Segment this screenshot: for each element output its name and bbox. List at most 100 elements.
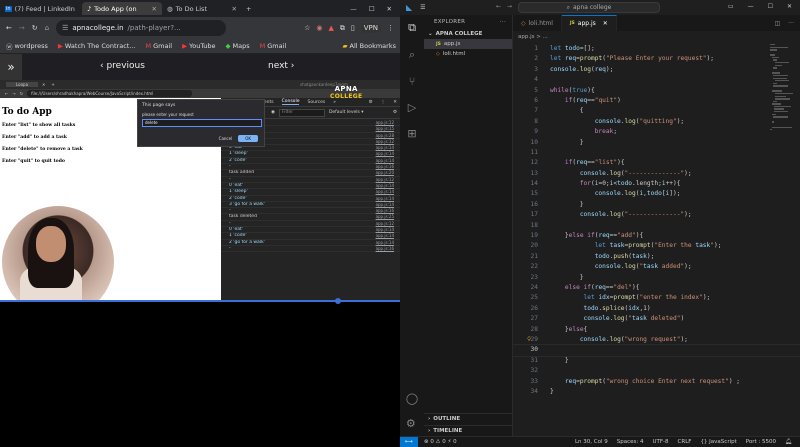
source-control-icon[interactable]: ⑂ <box>409 75 416 88</box>
settings-icon[interactable]: ⚙ <box>369 100 373 105</box>
manage-gear-icon[interactable]: ⚙ <box>406 417 418 430</box>
code-line[interactable]: 27 console.log("task deleted") <box>513 314 800 324</box>
bookmark-gmail-2[interactable]: M Gmail <box>260 42 287 50</box>
explorer-icon[interactable]: ⧉ <box>408 21 416 35</box>
tab-to-do-list[interactable]: ◍ To Do List ✕ <box>162 2 242 15</box>
inner-new-tab[interactable]: + <box>45 82 54 87</box>
lightbulb-icon[interactable]: 💡︎ <box>527 335 531 345</box>
code-line[interactable]: 22 console.log("task added"); <box>513 262 800 272</box>
code-line[interactable]: 7 { <box>513 106 800 116</box>
close-icon[interactable]: ✕ <box>787 3 792 10</box>
inner-close-icon[interactable]: ✕ <box>38 82 45 87</box>
close-tab-icon[interactable]: ✕ <box>232 5 237 13</box>
bookmark-gmail[interactable]: M Gmail <box>146 42 173 50</box>
devtools-menu-icon[interactable]: ⋮ <box>381 100 386 105</box>
account-icon[interactable]: ◯ <box>406 392 418 405</box>
log-source-link[interactable]: app.js:14 <box>376 227 400 232</box>
live-server-port[interactable]: Port : 5500 <box>746 439 776 445</box>
indentation[interactable]: Spaces: 4 <box>617 439 644 445</box>
reload-icon[interactable]: ↻ <box>32 24 38 32</box>
log-source-link[interactable]: app.js:14 <box>376 183 400 188</box>
tab-console[interactable]: Console <box>281 99 300 105</box>
code-editor[interactable]: 1 let todo=[]; 2 let req=prompt("Please Ent… <box>512 44 800 397</box>
encoding[interactable]: UTF-8 <box>653 439 669 445</box>
code-line[interactable]: 9 break; <box>513 127 800 137</box>
close-icon[interactable]: ✕ <box>387 5 392 13</box>
nav-forward-icon[interactable]: → <box>507 3 512 10</box>
star-icon[interactable]: ☆ <box>304 24 310 32</box>
minimize-icon[interactable]: — <box>748 3 754 10</box>
code-line[interactable]: 5 while(true){ <box>513 86 800 96</box>
editor-tab-loli-html[interactable]: ◇ loli.html <box>513 15 562 31</box>
log-source-link[interactable]: app.js:20 <box>376 170 400 175</box>
dialog-input[interactable]: delete <box>142 119 262 127</box>
menu-icon[interactable]: ⋮ <box>387 24 394 32</box>
minimize-icon[interactable]: — <box>350 5 357 13</box>
log-source-link[interactable]: app.js:14 <box>376 145 400 150</box>
forward-icon[interactable]: → <box>19 24 25 32</box>
eye-icon[interactable]: ◉ <box>271 110 275 115</box>
code-line[interactable]: 3 console.log(req); <box>513 65 800 75</box>
editor-tab-app-js[interactable]: JS app.js ✕ <box>561 15 617 31</box>
code-line[interactable]: 28 }else{ <box>513 325 800 335</box>
site-info-icon[interactable]: ⌂ <box>45 24 49 32</box>
close-tab-icon[interactable]: ✕ <box>152 5 157 13</box>
maximize-icon[interactable]: ☐ <box>768 3 773 10</box>
log-source-link[interactable]: app.js:14 <box>376 202 400 207</box>
code-line[interactable]: 23 } <box>513 273 800 283</box>
code-line[interactable]: 31 } <box>513 356 800 366</box>
extension-icon[interactable]: ▲ <box>329 24 334 32</box>
back-icon[interactable]: ← <box>6 24 12 32</box>
folder-apna-college[interactable]: ⌄ APNA COLLEGE <box>424 29 512 39</box>
code-line[interactable]: 33 req=prompt("wrong choice Enter next r… <box>513 377 800 387</box>
cancel-button[interactable]: Cancel <box>219 136 233 141</box>
file-app-js[interactable]: JS app.js <box>424 39 512 49</box>
log-source-link[interactable]: app.js:25 <box>376 214 400 219</box>
expand-menu-icon[interactable]: » <box>0 54 22 80</box>
code-line[interactable]: 10 } <box>513 138 800 148</box>
code-line[interactable]: 24 else if(req=="del"){ <box>513 283 800 293</box>
log-source-link[interactable]: app.js:16 <box>376 164 400 169</box>
extension-icon[interactable]: ◉ <box>316 24 322 32</box>
sidebar-icon[interactable]: ▯ <box>351 24 355 32</box>
log-source-link[interactable]: app.js:16 <box>376 246 400 251</box>
inner-tab[interactable]: Loopa <box>6 82 39 87</box>
run-debug-icon[interactable]: ▷ <box>408 101 416 114</box>
address-bar[interactable]: ☰ apnacollege.in/path-player?... <box>56 20 227 36</box>
code-line[interactable]: 25 let idx=prompt("enter the index"); <box>513 293 800 303</box>
code-line[interactable]: 19 }else if(req=="add"){ <box>513 231 800 241</box>
more-tabs-icon[interactable]: » <box>333 100 336 105</box>
language-mode[interactable]: {} JavaScript <box>700 439 736 445</box>
problems-status[interactable]: ⊗ 0 ⚠ 0 ⚡ 0 <box>418 439 457 445</box>
code-line[interactable]: 15 console.log(i,todo[i]); <box>513 189 800 199</box>
menu-icon[interactable]: ☰ <box>412 4 425 11</box>
bookmark-youtube[interactable]: ▶ YouTube <box>182 42 215 50</box>
editor-more-icon[interactable]: ··· <box>788 20 794 27</box>
video-progress-handle[interactable] <box>335 298 341 304</box>
inner-back-icon[interactable]: ← <box>5 91 8 96</box>
log-source-link[interactable]: app.js:14 <box>376 158 400 163</box>
log-source-link[interactable]: app.js:16 <box>376 208 400 213</box>
ok-button[interactable]: OK <box>238 135 258 142</box>
breadcrumb[interactable]: app.js > ... <box>518 34 548 40</box>
code-line[interactable]: 18 <box>513 221 800 231</box>
new-tab-button[interactable]: + <box>242 5 255 13</box>
all-bookmarks[interactable]: ▰ All Bookmarks <box>343 42 400 50</box>
code-line[interactable]: 6 if(req=="quit") <box>513 96 800 106</box>
tab-sources[interactable]: Sources <box>307 100 325 105</box>
inner-reload-icon[interactable]: ↻ <box>20 91 23 96</box>
code-line[interactable]: 21 todo.push(task); <box>513 252 800 262</box>
code-line[interactable]: 14 for(i=0;i<todo.length;i++){ <box>513 179 800 189</box>
log-source-link[interactable]: app.js:28 <box>376 133 400 138</box>
bookmark-maps[interactable]: ◆ Maps <box>226 42 250 50</box>
next-button[interactable]: next › <box>268 61 294 71</box>
split-editor-icon[interactable]: ◫ <box>775 20 781 27</box>
cursor-position[interactable]: Ln 30, Col 9 <box>575 439 608 445</box>
code-line[interactable]: 26 todo.splice(idx,1) <box>513 304 800 314</box>
code-line[interactable]: 17 console.log("--------------"); <box>513 210 800 220</box>
code-line[interactable]: 11 <box>513 148 800 158</box>
filter-input[interactable]: Filter <box>278 108 325 117</box>
code-line[interactable]: 2 let req=prompt("Please Enter your reque… <box>513 54 800 64</box>
minimap[interactable] <box>770 44 794 131</box>
inner-url[interactable]: file:///Users/shradhakhapra/WebCourse/Ja… <box>27 90 193 97</box>
